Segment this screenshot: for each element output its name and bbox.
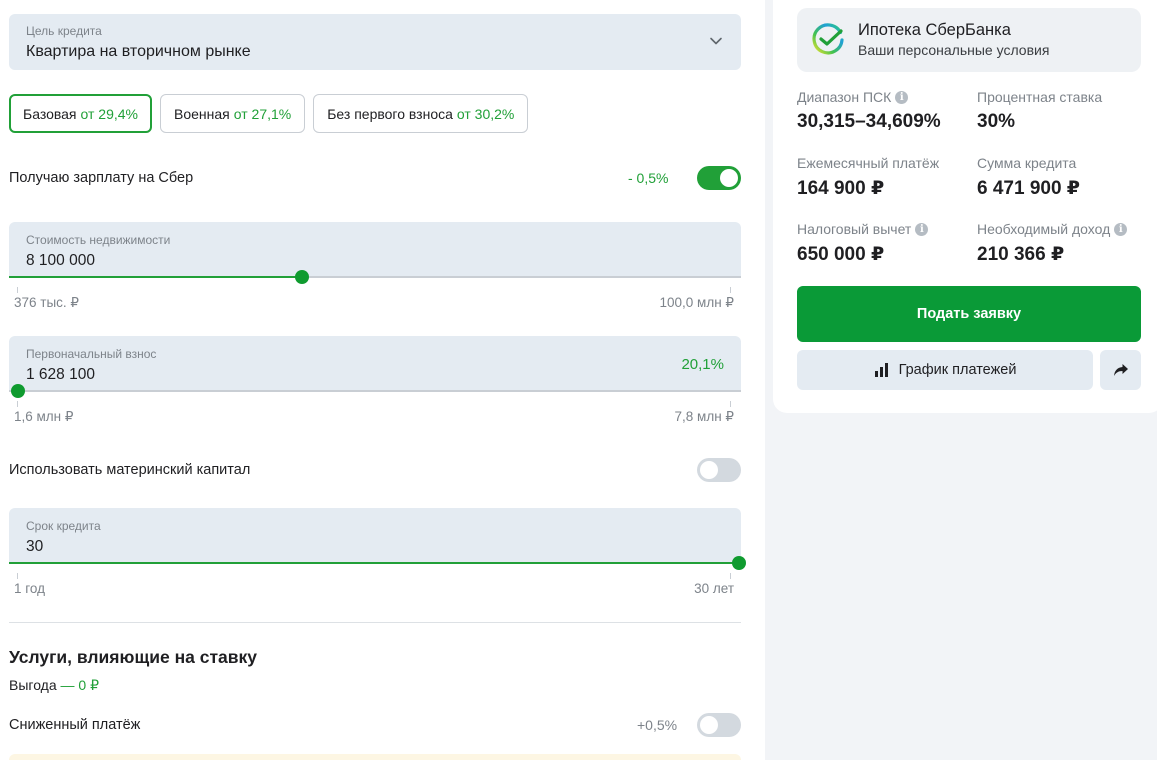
down-payment-percent: 20,1% xyxy=(681,356,724,373)
benefit-value: — 0 ₽ xyxy=(60,677,100,693)
metric-label: Диапазон ПСК xyxy=(797,89,892,105)
program-tab-rate: от 29,4% xyxy=(80,105,138,122)
tick-max xyxy=(730,573,731,579)
term-value: 30 xyxy=(26,538,44,555)
tick-min xyxy=(17,401,18,407)
metric-psk: Диапазон ПСК i 30,315–34,609% xyxy=(797,89,941,133)
metric-label: Налоговый вычет xyxy=(797,221,912,237)
program-tab-name: Без первого взноса xyxy=(327,105,453,122)
info-banner xyxy=(9,754,741,760)
maternity-label: Использовать материнский капитал xyxy=(9,462,251,478)
reduced-payment-toggle[interactable] xyxy=(697,713,741,737)
toggle-knob xyxy=(700,461,718,479)
range-max: 7,8 млн ₽ xyxy=(674,409,734,424)
share-arrow-icon xyxy=(1113,364,1128,376)
range-min: 376 тыс. ₽ xyxy=(14,295,80,310)
payment-schedule-label: График платежей xyxy=(898,362,1017,378)
program-tab-rate: от 30,2% xyxy=(456,105,515,122)
property-cost-slider[interactable] xyxy=(9,270,741,284)
metric-value: 650 000 ₽ xyxy=(797,244,885,265)
metric-income: Необходимый доход i 210 366 ₽ xyxy=(977,221,1128,266)
property-cost-field[interactable]: Стоимость недвижимости 8 100 000 xyxy=(9,222,741,278)
salary-discount: - 0,5% xyxy=(628,170,669,186)
loan-purpose-value: Квартира на вторичном рынке xyxy=(26,43,251,60)
metric-value: 30,315–34,609% xyxy=(797,111,941,132)
program-tab-no-downpayment[interactable]: Без первого взноса от 30,2% xyxy=(313,94,529,133)
benefit-label: Выгода xyxy=(9,677,57,693)
sber-logo-icon xyxy=(812,23,844,55)
brand-title: Ипотека СберБанка xyxy=(858,21,1011,39)
bar-chart-icon xyxy=(874,363,888,377)
metric-value: 6 471 900 ₽ xyxy=(977,178,1081,199)
reduced-payment-delta: +0,5% xyxy=(637,717,678,733)
metric-tax: Налоговый вычет i 650 000 ₽ xyxy=(797,221,929,266)
metric-value: 30% xyxy=(977,111,1016,132)
term-slider[interactable] xyxy=(9,556,746,570)
apply-button[interactable]: Подать заявку xyxy=(797,286,1141,342)
metric-label: Процентная ставка xyxy=(977,89,1103,105)
metric-label: Ежемесячный платёж xyxy=(797,155,940,171)
range-min: 1 год xyxy=(14,581,45,596)
toggle-knob xyxy=(700,716,718,734)
program-tabs: Базовая от 29,4% Военная от 27,1% Без пе… xyxy=(9,94,529,133)
tick-min xyxy=(17,287,18,293)
loan-purpose-label: Цель кредита xyxy=(26,24,102,38)
salary-toggle[interactable] xyxy=(697,166,741,190)
loan-purpose-select[interactable]: Цель кредита Квартира на вторичном рынке xyxy=(9,14,741,70)
program-tab-rate: от 27,1% xyxy=(233,105,292,122)
services-title: Услуги, влияющие на ставку xyxy=(9,647,258,667)
metric-label: Сумма кредита xyxy=(977,155,1077,171)
tick-min xyxy=(17,573,18,579)
tick-max xyxy=(730,401,731,407)
range-min: 1,6 млн ₽ xyxy=(14,409,74,424)
info-icon[interactable]: i xyxy=(915,222,929,236)
section-divider xyxy=(9,622,741,623)
property-cost-label: Стоимость недвижимости xyxy=(26,233,171,247)
metric-rate: Процентная ставка 30% xyxy=(977,89,1102,133)
slider-thumb[interactable] xyxy=(11,384,25,398)
program-tab-name: Базовая xyxy=(23,105,77,122)
down-payment-label: Первоначальный взнос xyxy=(26,347,157,361)
program-tab-basic[interactable]: Базовая от 29,4% xyxy=(9,94,152,133)
toggle-knob xyxy=(720,169,738,187)
down-payment-field[interactable]: Первоначальный взнос 1 628 100 20,1% xyxy=(9,336,741,392)
slider-fill xyxy=(9,562,741,564)
slider-thumb[interactable] xyxy=(294,270,309,284)
program-tab-military[interactable]: Военная от 27,1% xyxy=(160,94,306,133)
metric-value: 164 900 ₽ xyxy=(797,178,885,199)
chevron-down-icon xyxy=(710,37,722,45)
range-max: 100,0 млн ₽ xyxy=(659,295,735,310)
down-payment-value: 1 628 100 xyxy=(26,366,95,383)
property-cost-value: 8 100 000 xyxy=(26,252,95,269)
metric-loan: Сумма кредита 6 471 900 ₽ xyxy=(977,155,1080,200)
brand-header: Ипотека СберБанка Ваши персональные усло… xyxy=(797,8,1141,72)
metric-monthly: Ежемесячный платёж 164 900 ₽ xyxy=(797,155,939,200)
services-benefit: Выгода — 0 ₽ xyxy=(9,677,99,694)
term-label: Срок кредита xyxy=(26,519,101,533)
maternity-toggle[interactable] xyxy=(697,458,741,482)
metric-value: 210 366 ₽ xyxy=(977,244,1065,265)
down-payment-slider[interactable] xyxy=(9,384,741,398)
slider-thumb[interactable] xyxy=(732,556,746,570)
salary-label: Получаю зарплату на Сбер xyxy=(9,170,194,186)
info-icon[interactable]: i xyxy=(895,90,909,104)
term-field[interactable]: Срок кредита 30 xyxy=(9,508,741,564)
program-tab-name: Военная xyxy=(174,105,230,122)
range-max: 30 лет xyxy=(694,581,734,596)
brand-subtitle: Ваши персональные условия xyxy=(858,42,1050,58)
reduced-payment-label: Сниженный платёж xyxy=(9,717,141,733)
tick-max xyxy=(730,287,731,293)
payment-schedule-button[interactable]: График платежей xyxy=(797,350,1093,390)
slider-fill xyxy=(9,276,302,278)
share-button[interactable] xyxy=(1100,350,1141,390)
info-icon[interactable]: i xyxy=(1114,222,1128,236)
metric-label: Необходимый доход xyxy=(977,221,1111,237)
